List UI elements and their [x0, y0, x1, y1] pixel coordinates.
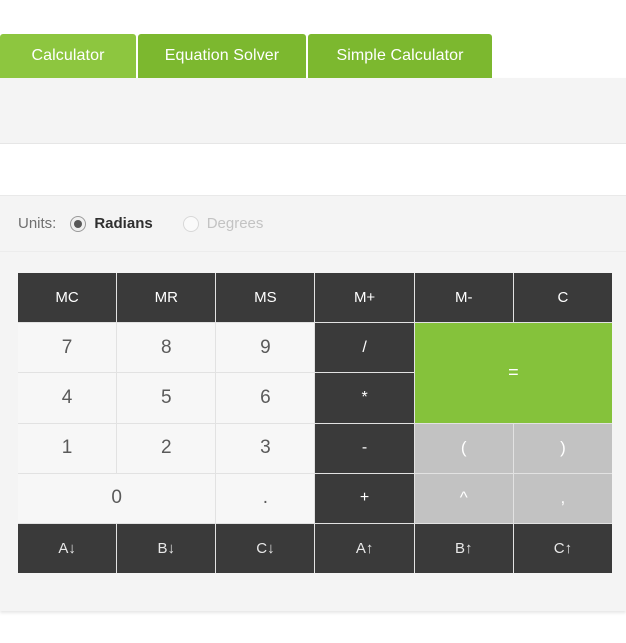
tab-bar: Calculator Equation Solver Simple Calcul…	[0, 34, 626, 78]
tab-equation-solver[interactable]: Equation Solver	[138, 34, 306, 78]
tab-simple-calculator[interactable]: Simple Calculator	[308, 34, 492, 78]
tab-simple-calculator-label: Simple Calculator	[336, 47, 464, 64]
calculator-panel: Units: Radians Degrees MC MR MS M+ M- C 7 8 9/= 4…	[0, 78, 626, 611]
key-0[interactable]: 0	[18, 473, 216, 523]
tab-calculator-label: Calculator	[31, 47, 105, 64]
key-9[interactable]: 9	[216, 323, 315, 373]
key-cminusup[interactable]: C↑	[513, 523, 612, 573]
expression-input[interactable]	[0, 144, 626, 195]
key-bminusup[interactable]: B↑	[414, 523, 513, 573]
radio-option-degrees[interactable]: Degrees	[182, 215, 264, 232]
key-aminusdown[interactable]: A↓	[18, 523, 117, 573]
key-bminusdown[interactable]: B↓	[117, 523, 216, 573]
key-mr[interactable]: MR	[117, 273, 216, 323]
key-divide[interactable]: /	[315, 323, 414, 373]
key-8[interactable]: 8	[117, 323, 216, 373]
radio-selected-icon	[70, 215, 87, 232]
key-6[interactable]: 6	[216, 373, 315, 423]
key-aminusup[interactable]: A↑	[315, 523, 414, 573]
key-plus[interactable]: +	[315, 473, 414, 523]
key-decimal[interactable]: .	[216, 473, 315, 523]
calculator-keypad: MC MR MS M+ M- C 7 8 9/= 4 5 6 * 1 2 3-() 0. + ^, A↓ B↓ C↓ A↑ B…	[18, 273, 612, 573]
key-ms[interactable]: MS	[216, 273, 315, 323]
key-mminus[interactable]: M-	[414, 273, 513, 323]
units-label: Units:	[18, 215, 57, 232]
key-3[interactable]: 3	[216, 423, 315, 473]
key-c[interactable]: C	[513, 273, 612, 323]
radio-option-radians-label: Radians	[94, 215, 153, 232]
key-mc[interactable]: MC	[18, 273, 117, 323]
radio-unselected-icon	[182, 215, 199, 232]
key-minus[interactable]: -	[315, 423, 414, 473]
key-2[interactable]: 2	[117, 423, 216, 473]
tab-calculator[interactable]: Calculator	[0, 34, 136, 78]
key-comma: ,	[513, 473, 612, 523]
key-4[interactable]: 4	[18, 373, 117, 423]
key-equals[interactable]: =	[414, 323, 612, 423]
key-cminusdown[interactable]: C↓	[216, 523, 315, 573]
units-row: Units: Radians Degrees	[0, 196, 626, 252]
key-mplus[interactable]: M+	[315, 273, 414, 323]
radio-option-radians[interactable]: Radians	[70, 215, 153, 232]
key-close-paren: )	[513, 423, 612, 473]
key-5[interactable]: 5	[117, 373, 216, 423]
radio-option-degrees-label: Degrees	[206, 215, 264, 232]
key-power: ^	[414, 473, 513, 523]
key-7[interactable]: 7	[18, 323, 117, 373]
tab-equation-solver-label: Equation Solver	[164, 47, 280, 64]
key-multiply[interactable]: *	[315, 373, 414, 423]
key-open-paren: (	[414, 423, 513, 473]
key-1[interactable]: 1	[18, 423, 117, 473]
expression-display	[0, 143, 626, 196]
